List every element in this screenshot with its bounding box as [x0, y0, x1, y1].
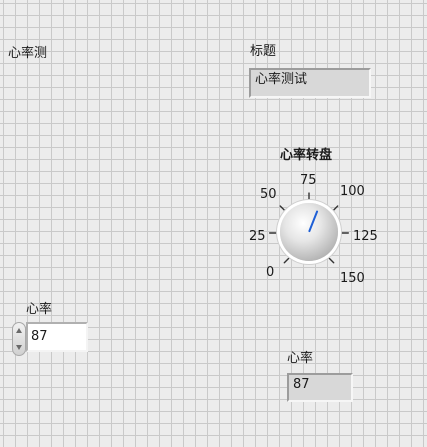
heart-rate-indicator-label: 心率 [287, 351, 314, 366]
dial-tick-label-150: 150 [340, 271, 365, 286]
heart-rate-knob[interactable] [280, 203, 338, 261]
dial-tick-label-25: 25 [249, 229, 266, 244]
increment-arrow-icon[interactable] [16, 328, 22, 333]
knob-pointer [308, 210, 319, 233]
dial-tick-150 [326, 255, 335, 264]
dial-tick-label-75: 75 [300, 173, 317, 188]
increment-decrement-stepper[interactable] [12, 322, 26, 356]
heart-rate-control-label: 心率 [26, 302, 53, 317]
dial-tick-100 [330, 205, 339, 213]
dial-tick-label-0: 0 [266, 265, 275, 280]
dial-tick-50 [279, 205, 288, 213]
dial-tick-label-125: 125 [353, 229, 378, 244]
heart-rate-numeric-control[interactable]: 87 [26, 322, 88, 352]
dial-tick-marks [269, 192, 349, 264]
dial-tick-label-100: 100 [340, 184, 365, 199]
decrement-arrow-icon[interactable] [16, 345, 22, 350]
dial-tick-0 [283, 255, 292, 264]
heart-rate-numeric-indicator: 87 [287, 373, 353, 402]
dial-tick-label-50: 50 [260, 187, 277, 202]
